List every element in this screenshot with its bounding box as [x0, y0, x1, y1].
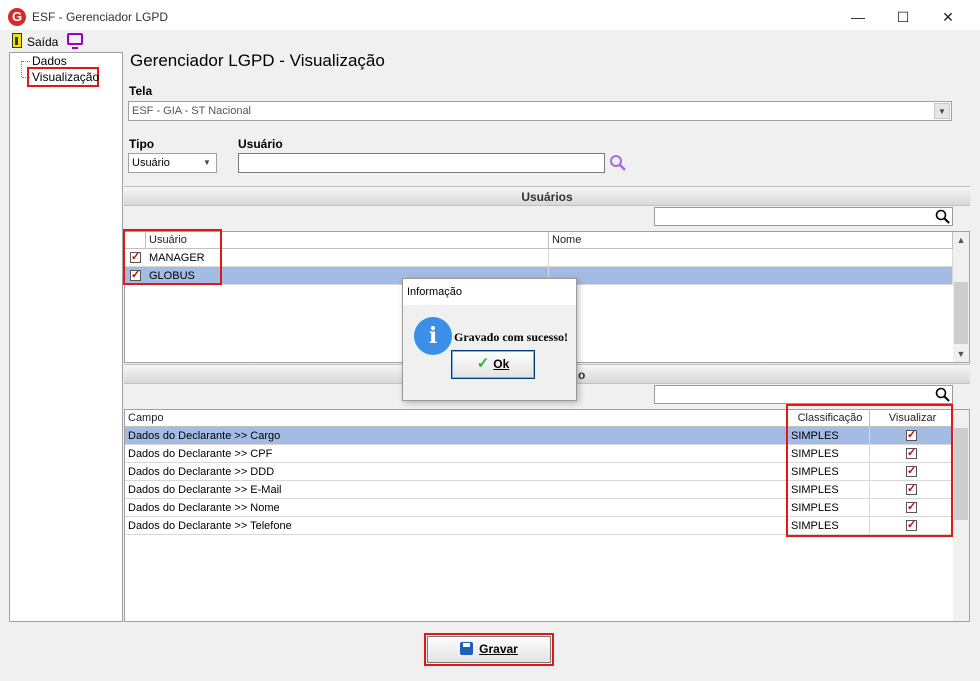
table-row[interactable]: ✓ MANAGER [125, 249, 953, 267]
tree-item-dados[interactable]: Dados [32, 54, 67, 68]
exit-button[interactable]: Saída [27, 35, 58, 49]
monitor-icon[interactable] [67, 33, 83, 49]
window-title: ESF - Gerenciador LGPD [32, 10, 169, 24]
exit-door-icon[interactable] [12, 33, 22, 48]
tipo-select[interactable]: Usuário ▼ [128, 153, 217, 173]
search-icon[interactable] [935, 209, 950, 224]
info-dialog: Informação i Gravado com sucesso! ✓ Ok [402, 278, 577, 401]
close-button[interactable]: ✕ [926, 4, 970, 30]
campo-cell: Dados do Declarante >> Nome [125, 499, 788, 517]
chevron-down-icon[interactable]: ▼ [199, 155, 215, 171]
minimize-button[interactable]: — [836, 4, 880, 30]
usuario-label: Usuário [238, 137, 283, 151]
search-icon[interactable] [609, 154, 627, 172]
tree-connector [22, 61, 30, 62]
usuario-input[interactable] [238, 153, 605, 173]
ok-button-label: Ok [493, 357, 510, 371]
grid-header-nome[interactable]: Nome [549, 232, 953, 249]
highlight-box [786, 404, 953, 537]
usuarios-filter-input[interactable] [654, 207, 953, 226]
scroll-thumb[interactable] [954, 282, 968, 344]
navigation-tree [9, 52, 123, 622]
tela-select[interactable]: ESF - GIA - ST Nacional ▼ [128, 101, 952, 121]
tree-connector [21, 61, 22, 77]
nome-cell [549, 249, 953, 267]
search-icon[interactable] [935, 387, 950, 402]
gravar-button-label: Gravar [479, 642, 518, 656]
scroll-down-icon[interactable]: ▼ [953, 346, 969, 362]
highlight-box [123, 229, 222, 285]
page-title: Gerenciador LGPD - Visualização [130, 51, 385, 70]
chevron-down-icon[interactable]: ▼ [934, 103, 950, 119]
tela-select-value: ESF - GIA - ST Nacional [132, 105, 252, 117]
tela-label: Tela [129, 84, 153, 98]
tree-item-visualizacao[interactable]: Visualização [32, 70, 99, 84]
info-icon: i [414, 317, 452, 355]
usuarios-section-header: Usuários [124, 186, 970, 206]
dialog-title: Informação [403, 279, 576, 305]
vertical-scrollbar[interactable]: ▲ ▼ [953, 232, 969, 362]
toolbar [8, 30, 980, 52]
nome-cell [549, 267, 953, 285]
floppy-disk-icon [460, 642, 474, 655]
scroll-up-icon[interactable]: ▲ [953, 232, 969, 248]
campo-cell: Dados do Declarante >> Cargo [125, 427, 788, 445]
gravar-button[interactable]: Gravar [427, 636, 551, 663]
app-logo-icon: G [8, 8, 26, 26]
campo-cell: Dados do Declarante >> Telefone [125, 517, 788, 535]
vertical-scrollbar[interactable] [953, 410, 969, 621]
campos-filter-input[interactable] [654, 385, 953, 404]
campo-cell: Dados do Declarante >> DDD [125, 463, 788, 481]
checkmark-icon: ✓ [476, 355, 490, 372]
grid-header-campo[interactable]: Campo [125, 410, 788, 427]
tipo-select-value: Usuário [132, 157, 170, 169]
scroll-thumb[interactable] [954, 428, 968, 520]
campo-cell: Dados do Declarante >> CPF [125, 445, 788, 463]
maximize-button[interactable]: ☐ [881, 4, 925, 30]
ok-button[interactable]: ✓ Ok [451, 350, 535, 379]
campo-cell: Dados do Declarante >> E-Mail [125, 481, 788, 499]
dialog-message: Gravado com sucesso! [454, 330, 568, 344]
tipo-label: Tipo [129, 137, 155, 151]
